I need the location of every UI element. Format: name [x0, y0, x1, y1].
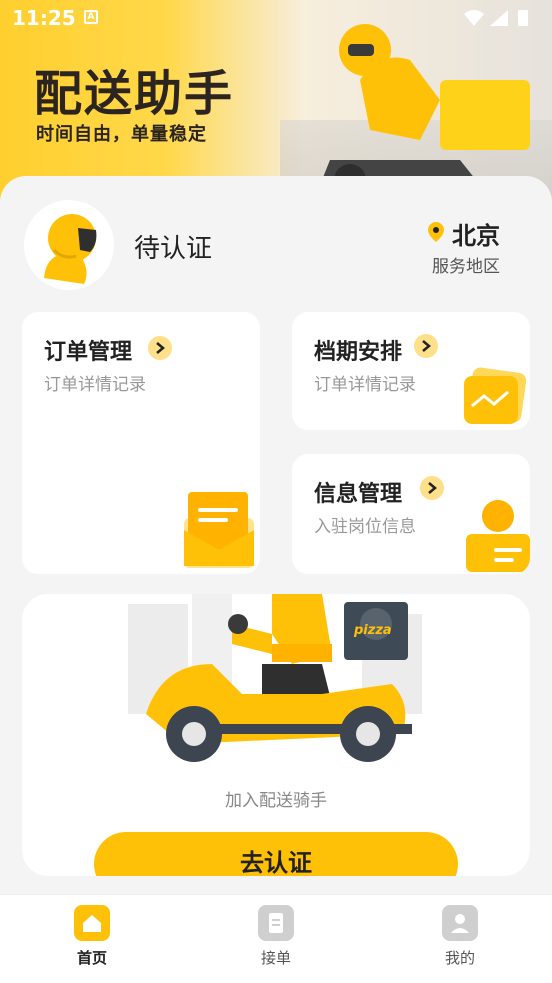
- card-subtitle: 订单详情记录: [44, 375, 146, 395]
- helmet-rider-icon: [44, 214, 97, 284]
- id-card-icon: [466, 500, 530, 572]
- clipboard-icon: [258, 905, 294, 941]
- nav-item-mine[interactable]: 我的: [420, 905, 500, 968]
- nav-item-home[interactable]: 首页: [52, 905, 132, 968]
- chevron-right-icon: [148, 336, 172, 360]
- nav-item-orders[interactable]: 接单: [236, 905, 316, 968]
- status-bar: 11:25 A: [0, 0, 552, 36]
- nav-label: 接单: [260, 949, 291, 967]
- card-title: 订单管理: [44, 340, 133, 365]
- scooter-rider-illustration: pizza: [128, 594, 422, 762]
- hero-rider-illustration: [320, 24, 530, 190]
- avatar[interactable]: [24, 200, 114, 290]
- nav-label: 我的: [444, 949, 475, 967]
- chevron-right-icon: [420, 476, 444, 500]
- clock: 11:25: [12, 6, 76, 30]
- home-icon: [74, 905, 110, 941]
- card-title: 档期安排: [314, 340, 403, 365]
- card-subtitle: 入驻岗位信息: [314, 517, 416, 537]
- user-icon: [442, 905, 478, 941]
- join-rider-label: 加入配送骑手: [225, 791, 327, 811]
- notification-a-icon: A: [84, 10, 98, 24]
- app-subtitle: 时间自由，单量稳定: [36, 124, 207, 145]
- go-certify-button[interactable]: 去认证: [94, 832, 458, 876]
- calendar-chart-icon: [464, 367, 526, 424]
- card-subtitle: 订单详情记录: [314, 375, 416, 395]
- pizza-box-label: pizza: [353, 623, 392, 638]
- order-management-card[interactable]: 订单管理 订单详情记录: [22, 312, 260, 574]
- bottom-nav: 首页 接单 我的: [0, 894, 552, 983]
- certification-status: 待认证: [134, 234, 213, 264]
- city-name[interactable]: 北京: [452, 216, 500, 251]
- join-rider-card: pizza 加入配送骑手 去认证: [22, 594, 530, 876]
- card-title: 信息管理: [314, 482, 403, 507]
- system-status-icons: [464, 10, 528, 26]
- nav-label: 首页: [76, 949, 107, 967]
- schedule-card[interactable]: 档期安排 订单详情记录: [292, 312, 530, 430]
- chevron-right-icon: [414, 334, 438, 358]
- envelope-icon: [184, 492, 254, 568]
- app-title: 配送助手: [34, 66, 235, 122]
- profile-header: 待认证 北京 服务地区: [24, 200, 528, 292]
- location-pin-icon: [428, 222, 444, 242]
- service-area-label: 服务地区: [432, 257, 500, 277]
- info-management-card[interactable]: 信息管理 入驻岗位信息: [292, 454, 530, 574]
